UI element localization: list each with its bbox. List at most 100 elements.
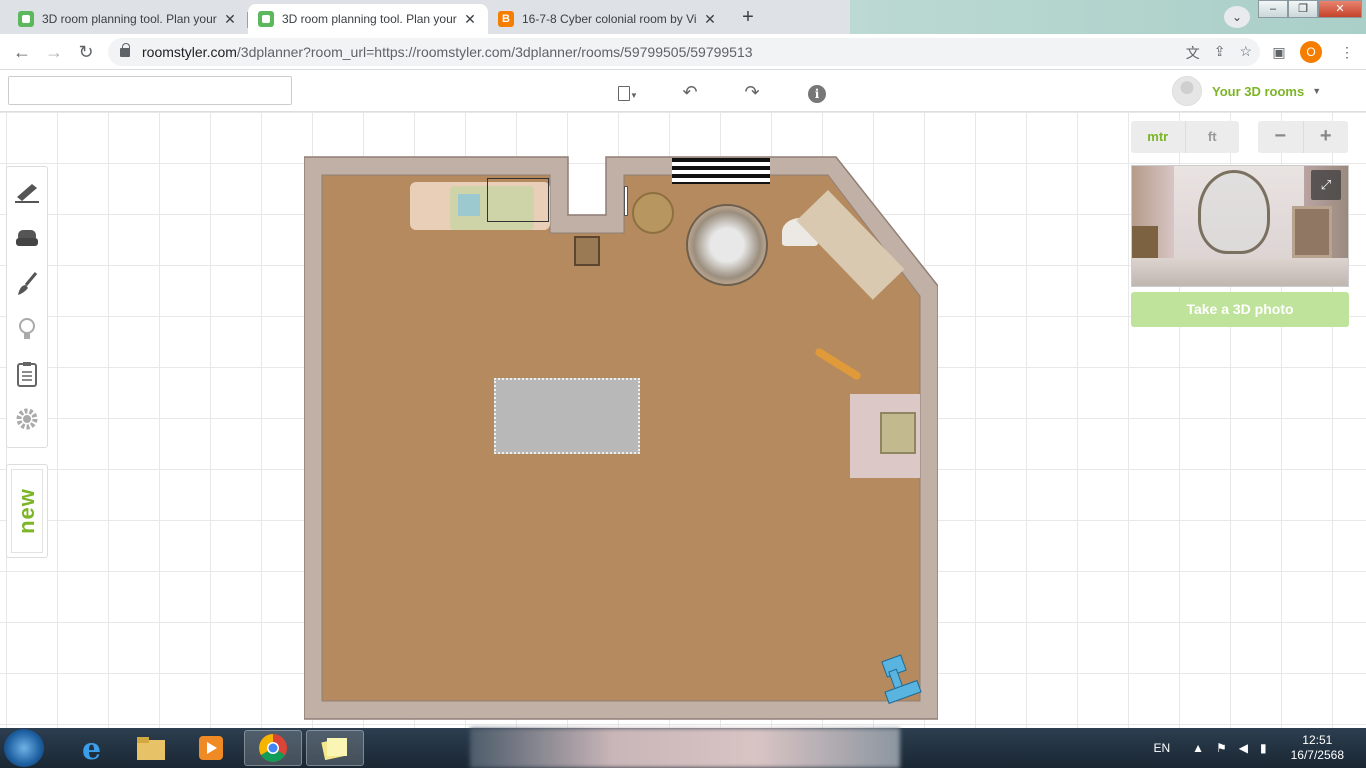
browser-tab-2[interactable]: 3D room planning tool. Plan your ✕ [248, 4, 488, 34]
draw-walls-tool[interactable] [13, 179, 41, 207]
expand-icon[interactable]: ⤢ [1311, 170, 1341, 200]
unit-metric-button[interactable]: mtr [1131, 121, 1186, 153]
take-3d-photo-button[interactable]: Take a 3D photo [1131, 292, 1349, 327]
start-button[interactable] [4, 729, 44, 767]
close-icon[interactable]: ✕ [462, 11, 478, 28]
forward-button[interactable]: → [42, 41, 66, 63]
minimize-button[interactable]: – [1258, 0, 1288, 18]
close-icon[interactable]: ✕ [702, 11, 718, 28]
file-explorer-icon[interactable] [122, 730, 180, 766]
address-bar[interactable]: roomstyler.com /3dplanner?room_url=https… [108, 38, 1260, 66]
clock-date: 16/7/2568 [1290, 748, 1344, 762]
window-close-button[interactable]: ✕ [1318, 0, 1362, 18]
media-player-icon[interactable] [182, 730, 240, 766]
redo-icon: ↷ [744, 82, 760, 102]
armchair[interactable] [880, 412, 916, 454]
browser-tab-1[interactable]: 3D room planning tool. Plan your ✕ [8, 4, 248, 34]
play-icon [199, 736, 223, 760]
chrome-icon [259, 734, 287, 762]
zoom-out-button[interactable]: − [1258, 121, 1304, 153]
new-tab-button[interactable]: + [734, 6, 762, 28]
lightbulb-icon [19, 318, 35, 339]
zoom-controls: − + [1258, 121, 1348, 153]
round-stool[interactable] [632, 192, 674, 234]
restore-button[interactable]: ❐ [1288, 0, 1318, 18]
reload-button[interactable]: ↻ [74, 41, 98, 63]
roomstyler-icon [258, 11, 274, 27]
gear-icon [16, 408, 38, 430]
roomstyler-icon [18, 11, 34, 27]
url-host: roomstyler.com [142, 44, 237, 60]
your-3d-rooms-link[interactable]: Your 3D rooms [1212, 84, 1304, 99]
chrome-taskbar-icon[interactable] [244, 730, 302, 766]
floor-plan[interactable] [304, 156, 938, 720]
lock-icon [120, 42, 130, 57]
info-icon: i [808, 85, 826, 103]
paint-tool[interactable] [13, 270, 41, 298]
lighting-tool[interactable] [13, 315, 41, 343]
roomstyler-app: ▼ ↶ ↷ i Your 3D rooms ▼ new mtr ft − + ⤢ [0, 70, 1366, 728]
tab-title: 16-7-8 Cyber colonial room by Vi [522, 12, 697, 26]
unit-toggle: mtr ft [1131, 121, 1239, 153]
url-path: /3dplanner?room_url=https://roomstyler.c… [236, 44, 753, 60]
volume-icon[interactable]: ◀ [1239, 741, 1248, 755]
browser-tab-3[interactable]: B 16-7-8 Cyber colonial room by Vi ✕ [488, 4, 728, 34]
side-table[interactable] [574, 236, 600, 266]
zoom-in-button[interactable]: + [1304, 121, 1349, 153]
share-icon[interactable]: ⇪ [1214, 43, 1226, 63]
browser-menu-icon[interactable]: ⋮ [1336, 41, 1358, 63]
browser-tab-strip: 3D room planning tool. Plan your ✕ 3D ro… [0, 0, 1366, 34]
action-center-icon[interactable]: ⚑ [1216, 741, 1227, 755]
clipboard-icon [17, 362, 37, 387]
spacer [876, 722, 877, 723]
selection-box [487, 178, 549, 222]
preview-floor [1132, 258, 1348, 286]
new-features-badge[interactable]: new [6, 464, 48, 558]
unit-feet-button[interactable]: ft [1186, 121, 1240, 153]
bookmark-star-icon[interactable]: ☆ [1239, 43, 1252, 63]
avatar [1172, 76, 1202, 106]
omnibox-actions: 文 ⇪ ☆ [1186, 43, 1252, 63]
account-menu[interactable]: Your 3D rooms ▼ [1172, 76, 1321, 106]
settings-tool[interactable] [13, 405, 41, 433]
search-input[interactable] [8, 76, 292, 105]
translate-icon[interactable]: 文 [1186, 43, 1200, 63]
clock[interactable]: 12:51 16/7/2568 [1291, 733, 1344, 763]
sticky-notes-icon[interactable] [306, 730, 364, 766]
new-badge-frame: new [11, 469, 43, 553]
network-icon[interactable]: ▮ [1260, 741, 1267, 755]
info-button[interactable]: i [803, 80, 831, 104]
furniture-tool[interactable] [13, 224, 41, 252]
profile-avatar[interactable]: O [1300, 41, 1322, 63]
floor-lamp[interactable] [878, 654, 926, 704]
side-panel-icon[interactable]: ▣ [1268, 41, 1290, 63]
clock-time: 12:51 [1302, 733, 1333, 747]
tab-title: 3D room planning tool. Plan your [282, 12, 457, 26]
back-button[interactable]: ← [10, 41, 34, 63]
new-document-button[interactable]: ▼ [614, 80, 642, 104]
system-tray: EN ▲ ⚑ ◀ ▮ 12:51 16/7/2568 [1147, 728, 1366, 768]
redo-button[interactable]: ↷ [738, 80, 766, 104]
striped-bench[interactable] [672, 158, 770, 184]
chevron-down-icon: ▼ [1312, 86, 1322, 96]
list-tool[interactable] [13, 360, 41, 388]
show-hidden-icons[interactable]: ▲ [1192, 741, 1204, 755]
close-icon[interactable]: ✕ [222, 11, 238, 28]
grey-rug[interactable] [494, 378, 640, 454]
window-controls: – ❐ ✕ [1258, 0, 1362, 18]
preview-hanging-chair [1198, 170, 1270, 254]
tool-palette [6, 166, 48, 448]
blogger-icon: B [498, 11, 514, 27]
undo-button[interactable]: ↶ [676, 80, 704, 104]
internet-explorer-icon[interactable]: e [62, 730, 120, 766]
svg-text:e: e [82, 733, 101, 763]
notes-icon [321, 737, 347, 761]
pencil-icon [15, 184, 39, 203]
new-label: new [14, 488, 40, 534]
tab-search-button[interactable]: ⌄ [1224, 6, 1250, 28]
language-indicator[interactable]: EN [1153, 741, 1170, 755]
hanging-chair[interactable] [686, 204, 768, 286]
bed-item [458, 194, 480, 216]
undo-icon: ↶ [682, 82, 698, 102]
armchair-icon [16, 230, 38, 246]
